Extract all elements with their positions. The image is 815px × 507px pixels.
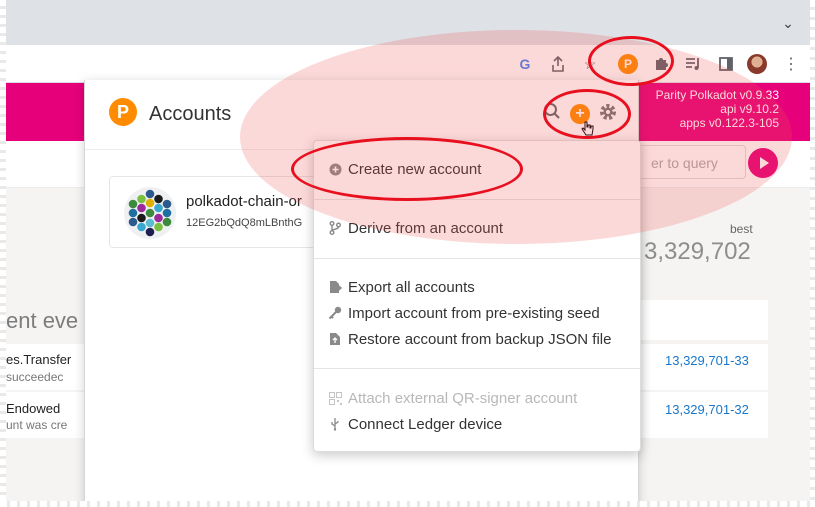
gear-icon[interactable] — [597, 102, 619, 124]
menu-item-import-seed[interactable]: Import account from pre-existing seed — [328, 302, 600, 324]
sidebar-icon[interactable] — [715, 53, 737, 75]
event-description: succeedec — [6, 370, 64, 384]
hand-cursor-icon — [581, 120, 595, 138]
add-account-menu: Create new account Derive from an accoun… — [313, 140, 641, 452]
polkadot-logo-icon: P — [109, 98, 137, 126]
menu-item-derive-account[interactable]: Derive from an account — [328, 217, 503, 239]
share-icon[interactable] — [547, 53, 569, 75]
browser-tabstrip: ⌄ — [0, 0, 815, 45]
menu-item-create-account[interactable]: Create new account — [328, 158, 481, 180]
apps-version: apps v0.122.3-105 — [679, 116, 779, 130]
menu-item-label: Restore account from backup JSON file — [348, 330, 612, 348]
search-icon[interactable] — [541, 102, 563, 124]
event-block-link[interactable]: 13,329,701-33 — [665, 353, 749, 368]
account-card[interactable]: polkadot-chain-or 12EG2bQdQ8mLBnthG — [109, 176, 329, 248]
polkadot-logo-icon: P — [618, 54, 638, 74]
menu-item-label: Export all accounts — [348, 278, 475, 296]
api-version: api v9.10.2 — [720, 102, 779, 116]
query-play-button[interactable] — [748, 148, 778, 178]
menu-item-export-accounts[interactable]: Export all accounts — [328, 276, 475, 298]
menu-divider — [314, 199, 640, 200]
profile-avatar[interactable] — [746, 53, 768, 75]
google-icon[interactable]: G — [514, 53, 536, 75]
file-upload-icon — [328, 332, 342, 346]
event-name: Endowed — [6, 401, 61, 416]
menu-item-label: Import account from pre-existing seed — [348, 304, 600, 322]
chevron-down-icon[interactable]: ⌄ — [779, 14, 797, 32]
app-version-info: Parity Polkadot v0.9.33 api v9.10.2 apps… — [656, 88, 779, 130]
event-block-link[interactable]: 13,329,701-32 — [665, 402, 749, 417]
account-name: polkadot-chain-or — [186, 193, 302, 210]
menu-item-connect-ledger[interactable]: Connect Ledger device — [328, 413, 502, 435]
events-header-cell — [640, 300, 768, 340]
puzzle-icon[interactable] — [650, 53, 672, 75]
torn-edge-bottom — [0, 501, 815, 507]
menu-divider — [314, 258, 640, 259]
menu-item-label: Derive from an account — [348, 219, 504, 237]
menu-item-attach-qr-signer: Attach external QR-signer account — [328, 387, 577, 409]
page-title: Accounts — [149, 103, 232, 125]
kebab-menu-icon[interactable]: ⋮ — [780, 53, 802, 75]
identicon-icon — [124, 187, 176, 239]
key-icon — [328, 306, 342, 320]
event-name: es.Transfer — [6, 352, 72, 367]
best-block-value: 3,329,702 — [644, 238, 751, 265]
polkadot-extension-icon[interactable]: P — [617, 53, 639, 75]
recent-events-title: ent eve — [6, 308, 79, 333]
media-icon[interactable] — [682, 53, 704, 75]
star-icon[interactable]: ☆ — [579, 53, 601, 75]
account-address: 12EG2bQdQ8mLBnthG — [186, 217, 303, 229]
torn-edge-left — [0, 0, 6, 507]
export-file-icon — [328, 280, 342, 294]
qr-icon — [328, 391, 342, 405]
browser-toolbar: G ☆ P ⋮ — [0, 45, 815, 83]
menu-item-label: Attach external QR-signer account — [348, 389, 578, 407]
torn-edge-right — [810, 0, 815, 507]
event-description: unt was cre — [6, 418, 68, 432]
screenshot-stage: ⌄ G ☆ P ⋮ Parity Polkadot v0.9.33 api v9… — [0, 0, 815, 507]
best-block-label: best — [730, 222, 753, 236]
plus-circle-icon — [328, 162, 342, 176]
menu-item-restore-json[interactable]: Restore account from backup JSON file — [328, 328, 611, 350]
branch-icon — [328, 221, 342, 235]
menu-item-label: Create new account — [348, 160, 482, 178]
menu-divider — [314, 368, 640, 369]
menu-item-label: Connect Ledger device — [348, 415, 503, 433]
chain-version: Parity Polkadot v0.9.33 — [655, 88, 779, 102]
usb-icon — [328, 417, 342, 431]
